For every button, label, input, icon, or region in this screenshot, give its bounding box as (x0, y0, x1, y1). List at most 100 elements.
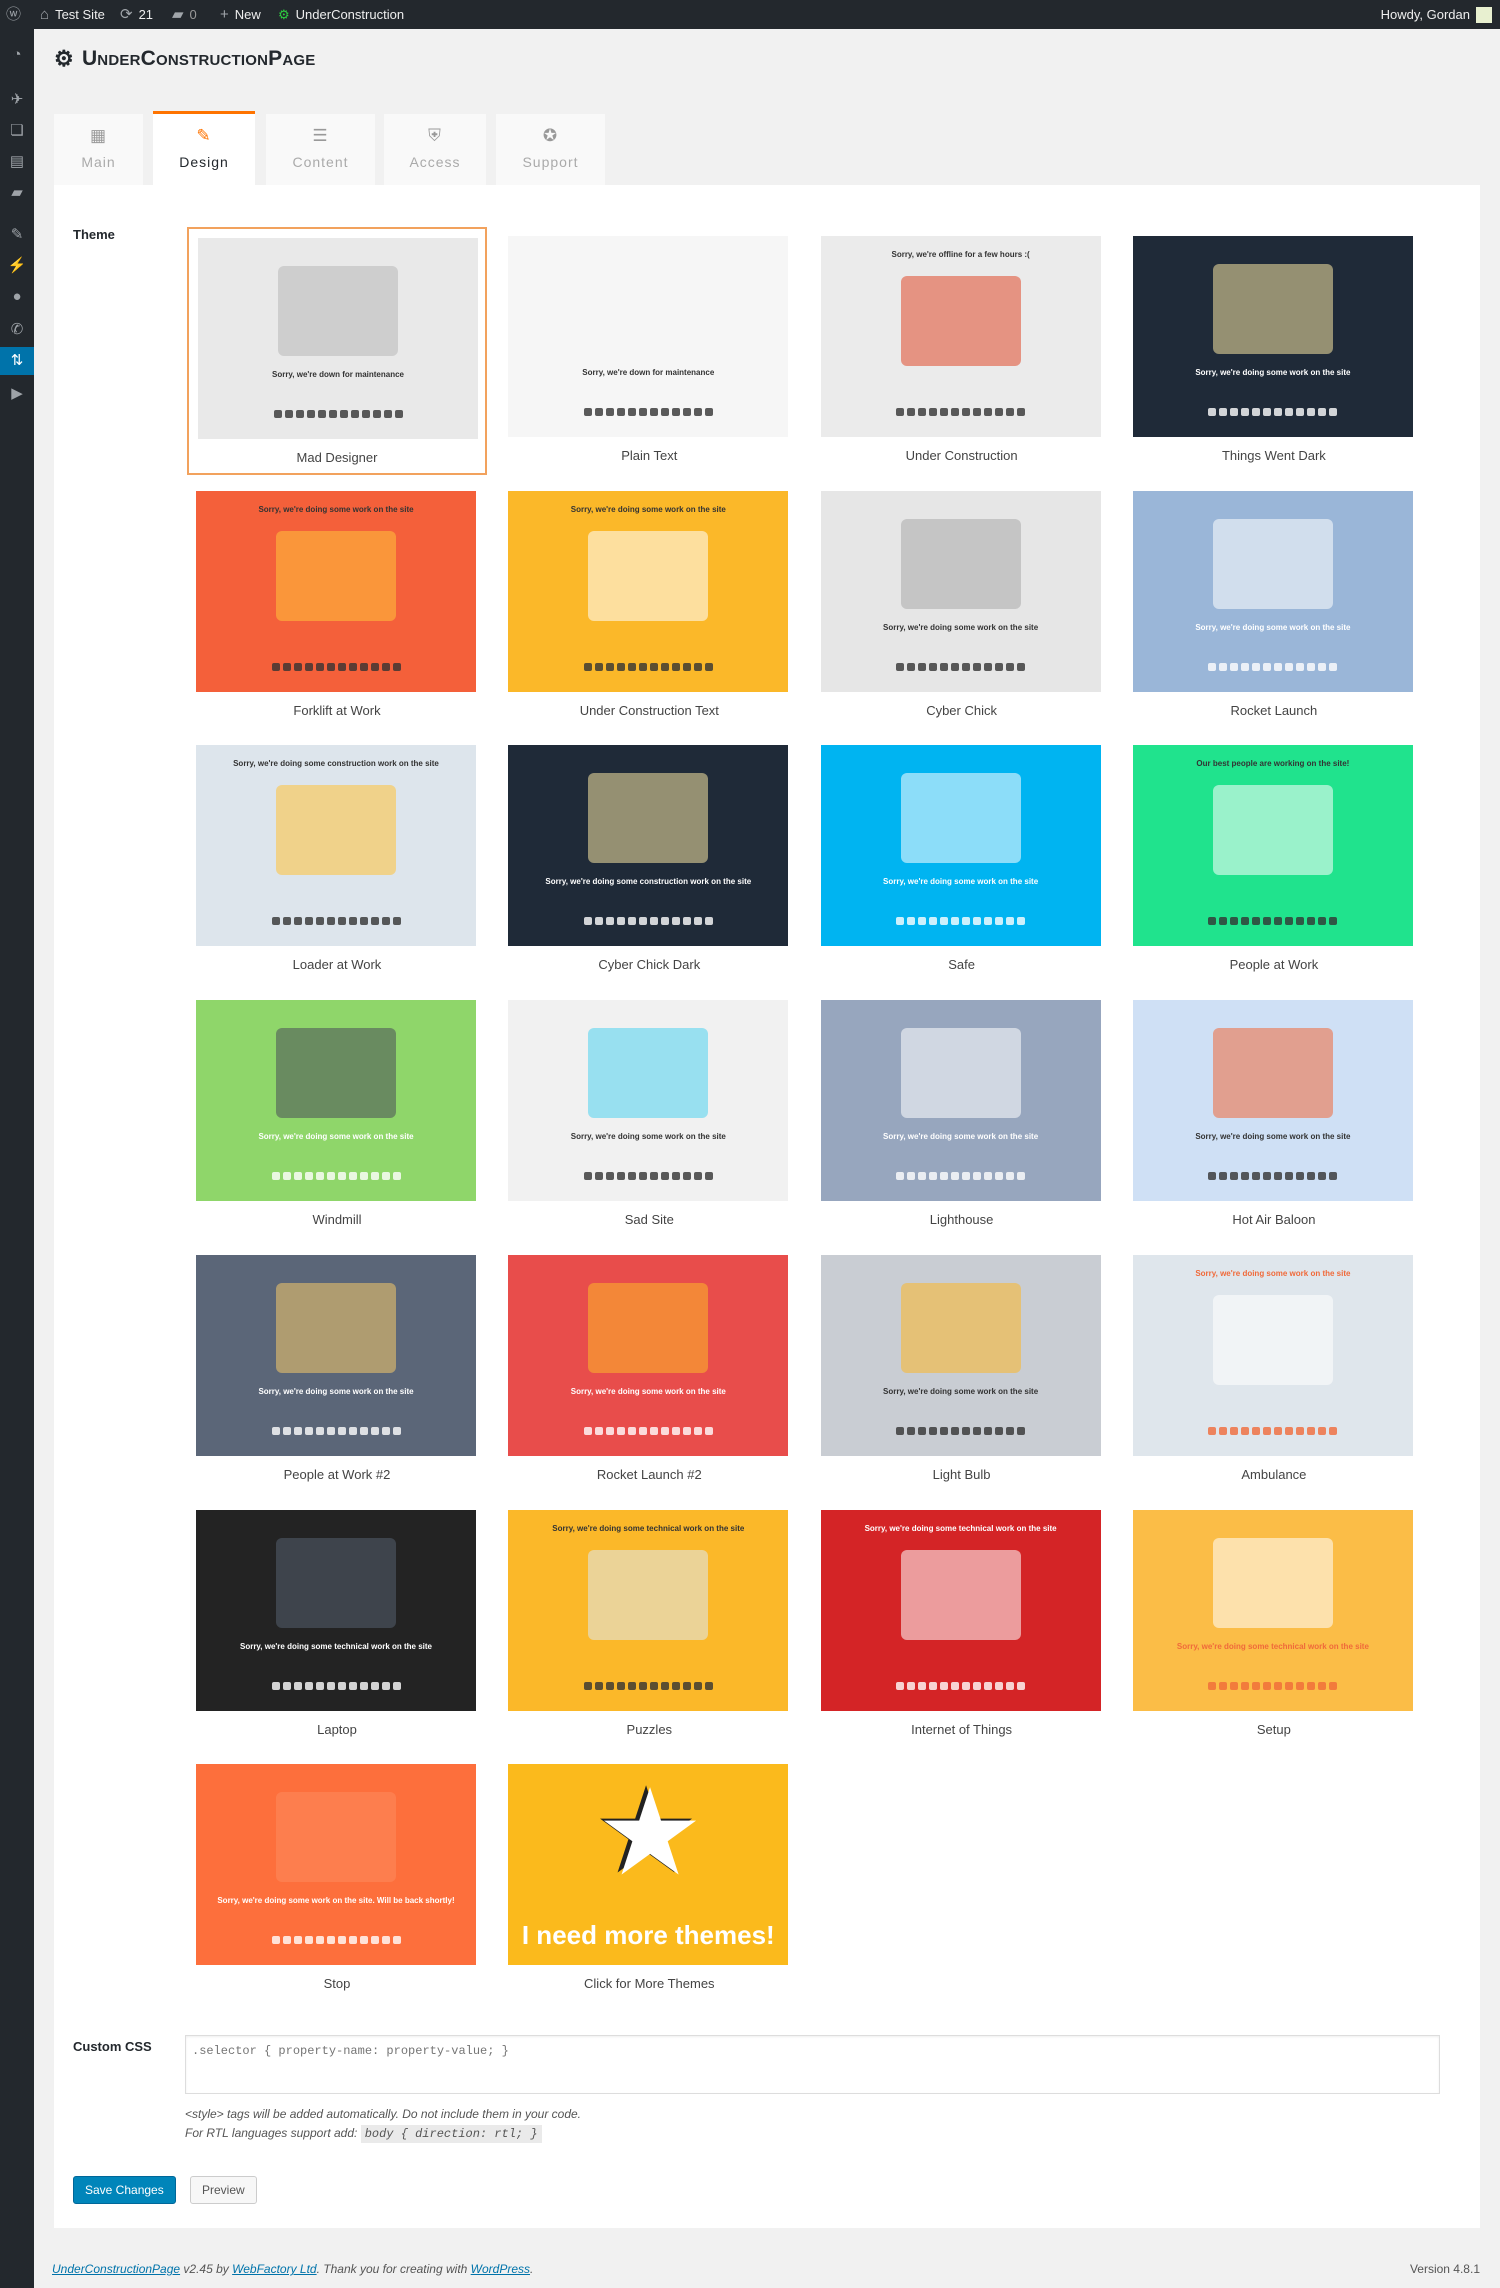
social-icon (704, 1426, 713, 1435)
pages-icon[interactable]: ▤ (0, 148, 34, 176)
theme-option[interactable]: Sorry, we're doing some construction wor… (499, 736, 799, 984)
theme-option[interactable]: Sorry, we're doing some work on the site… (499, 1246, 799, 1494)
wordpress-logo-icon[interactable]: ⓦ (6, 0, 21, 29)
theme-thumbnail: Sorry, we're doing some work on the site (1132, 236, 1413, 437)
star-icon: ★ (596, 1766, 704, 1901)
play-icon[interactable]: ▶ (0, 380, 34, 408)
social-icon (1241, 917, 1250, 926)
plugins-icon[interactable]: ⚡ (0, 252, 34, 280)
social-icon (984, 917, 993, 926)
social-icons (821, 917, 1101, 926)
theme-option[interactable]: Sorry, we're doing some work on the site… (187, 991, 487, 1239)
social-icon (940, 1681, 949, 1690)
social-icon (1219, 1426, 1228, 1435)
social-icons (196, 1936, 476, 1945)
rtl-code: body { direction: rtl; } (360, 2125, 542, 2143)
custom-css-input[interactable] (185, 2035, 1440, 2094)
social-icon (370, 917, 379, 926)
social-icon (984, 1681, 993, 1690)
theme-thumbnail: Sorry, we're offline for a few hours :( (820, 236, 1101, 437)
social-icon (627, 917, 636, 926)
social-icon (704, 1681, 713, 1690)
theme-option[interactable]: Sorry, we're doing some work on the site… (812, 1246, 1112, 1494)
theme-illustration (276, 1028, 396, 1119)
social-icon (392, 917, 401, 926)
theme-option[interactable]: Sorry, we're doing some work on the site… (1124, 1246, 1424, 1494)
underconstruction-link[interactable]: ⚙ UnderConstruction (278, 0, 404, 29)
social-icon (1017, 1681, 1026, 1690)
social-icon (660, 917, 669, 926)
theme-option[interactable]: Sorry, we're doing some work on the site… (187, 1246, 487, 1494)
social-icon (273, 410, 282, 418)
theme-option[interactable]: Sorry, we're doing some construction wor… (187, 736, 487, 984)
theme-option[interactable]: Sorry, we're doing some work on the site… (187, 1755, 487, 2003)
tab-main[interactable]: ▦ Main (54, 114, 143, 185)
social-icon (381, 1681, 390, 1690)
theme-option[interactable]: Sorry, we're doing some technical work o… (187, 1501, 487, 1749)
preview-button[interactable]: Preview (190, 2176, 257, 2204)
tools-icon[interactable]: ✆ (0, 316, 34, 344)
theme-option[interactable]: Sorry, we're doing some technical work o… (812, 1501, 1112, 1749)
theme-option[interactable]: ★ I need more themes! Click for More Theme… (499, 1755, 799, 2003)
wordpress-link[interactable]: WordPress (471, 2262, 530, 2276)
social-icon (381, 1172, 390, 1181)
theme-option[interactable]: Sorry, we're doing some work on the site… (1124, 227, 1424, 475)
theme-illustration (588, 773, 709, 864)
comments-link[interactable]: ▰ 0 (172, 0, 197, 29)
tab-content[interactable]: ☰ Content (266, 114, 375, 185)
theme-option[interactable]: Sorry, we're doing some technical work o… (1124, 1501, 1424, 1749)
theme-thumbnail: Sorry, we're doing some work on the site (196, 490, 476, 692)
theme-option[interactable]: Sorry, we're doing some technical work o… (499, 1501, 799, 1749)
updates-link[interactable]: ⟳ 21 (120, 0, 153, 29)
users-icon[interactable]: ● (0, 283, 34, 311)
theme-option[interactable]: Sorry, we're down for maintenance Mad Des… (187, 227, 487, 475)
save-changes-button[interactable]: Save Changes (73, 2176, 176, 2204)
theme-option[interactable]: Sorry, we're doing some work on the site… (187, 482, 487, 730)
theme-name: Puzzles (626, 1721, 673, 1737)
social-icon (1307, 1426, 1316, 1435)
tab-design[interactable]: ✎ Design (153, 111, 255, 185)
social-icon (616, 662, 625, 671)
theme-option[interactable]: Sorry, we're down for maintenance Plain T… (499, 227, 799, 475)
theme-option[interactable]: Sorry, we're doing some work on the site… (499, 991, 799, 1239)
tab-support[interactable]: ✪ Support (496, 114, 605, 185)
new-link[interactable]: + New (220, 0, 261, 29)
theme-option[interactable]: Sorry, we're doing some work on the site… (1124, 482, 1424, 730)
social-icon (929, 408, 938, 416)
social-icon (1285, 1681, 1294, 1690)
theme-illustration (276, 530, 396, 621)
social-icon (649, 662, 658, 671)
tab-access[interactable]: ⛨ Access (384, 114, 486, 185)
site-link[interactable]: ⌂ Test Site (40, 0, 105, 29)
theme-thumbnail: Sorry, we're doing some work on the site (820, 745, 1101, 947)
company-link[interactable]: WebFactory Ltd (232, 2262, 316, 2276)
theme-option[interactable]: Sorry, we're doing some work on the site… (812, 482, 1112, 730)
media-icon[interactable]: ❏ (0, 117, 34, 145)
social-icon (929, 1681, 938, 1690)
plugin-link[interactable]: UnderConstructionPage (52, 2262, 180, 2276)
theme-illustration (1212, 518, 1333, 609)
social-icon (660, 1172, 669, 1181)
theme-option[interactable]: Our best people are working on the site!… (1124, 736, 1424, 984)
comments-icon[interactable]: ▰ (0, 179, 34, 207)
theme-option[interactable]: Sorry, we're doing some work on the site… (812, 991, 1112, 1239)
social-icon (1006, 1681, 1015, 1690)
footer-text: UnderConstructionPage v2.45 by WebFactor… (52, 2262, 534, 2276)
social-icon (370, 1936, 379, 1945)
theme-option[interactable]: Sorry, we're offline for a few hours :(U… (812, 227, 1112, 475)
theme-thumbnail: Sorry, we're doing some work on the site (820, 490, 1101, 692)
social-icon (359, 1172, 368, 1181)
theme-thumbnail: Sorry, we're doing some construction wor… (508, 745, 789, 947)
theme-option[interactable]: Sorry, we're doing some work on the site… (499, 482, 799, 730)
social-icon (383, 410, 392, 418)
appearance-icon[interactable]: ✎ (0, 221, 34, 249)
social-icon (1252, 1426, 1261, 1435)
pin-icon[interactable]: ✈ (0, 86, 34, 114)
social-icon (317, 410, 326, 418)
theme-option[interactable]: Sorry, we're doing some work on the site… (1124, 991, 1424, 1239)
social-icon (671, 1681, 680, 1690)
account-menu[interactable]: Howdy, Gordan (1381, 0, 1492, 29)
dashboard-icon[interactable]: ◔ (0, 41, 34, 69)
settings-icon[interactable]: ⇅ (0, 347, 34, 375)
theme-option[interactable]: Sorry, we're doing some work on the site… (812, 736, 1112, 984)
